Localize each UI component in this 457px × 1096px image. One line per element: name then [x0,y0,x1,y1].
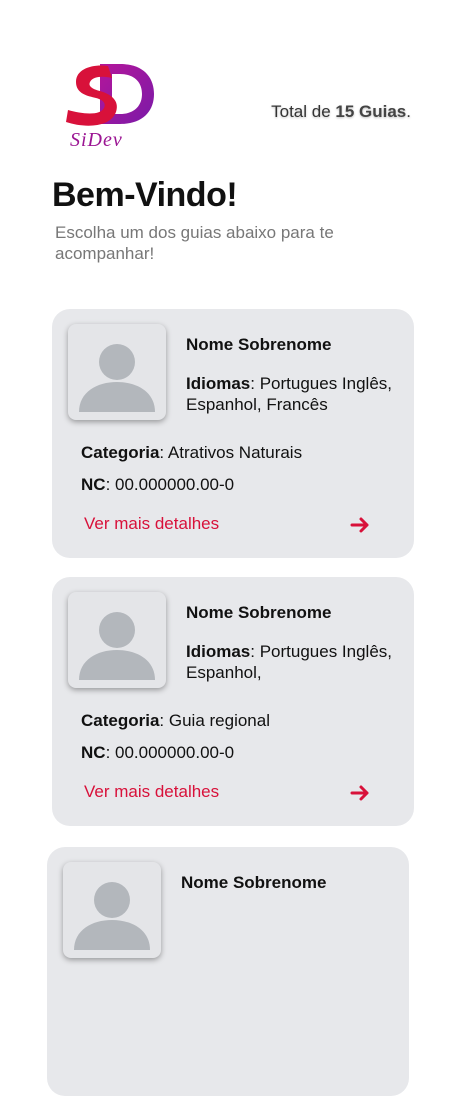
total-suffix: . [406,102,411,121]
guide-nc: NC: 00.000000.00-0 [81,475,234,495]
guide-languages: Idiomas: Portugues Inglês, Espanhol, [186,641,401,683]
languages-label: Idiomas [186,642,251,661]
avatar [63,862,161,958]
nc-label: NC [81,475,106,494]
guide-name: Nome Sobrenome [186,603,332,622]
guide-card[interactable]: Nome Sobrenome Idiomas: Portugues Inglês… [52,309,414,558]
arrow-right-icon[interactable] [350,782,372,804]
guide-name: Nome Sobrenome [186,335,332,354]
category-value: : Guia regional [159,711,270,730]
avatar [68,592,166,688]
guide-name: Nome Sobrenome [181,873,327,892]
arrow-right-icon[interactable] [350,514,372,536]
languages-label: Idiomas [186,374,251,393]
see-more-details-link[interactable]: Ver mais detalhes [84,782,219,802]
guide-card[interactable]: Nome Sobrenome [47,847,409,1096]
sidev-logo: SiDev [62,58,158,154]
guide-languages: Idiomas: Portugues Inglês, Espanhol, Fra… [186,373,401,415]
category-value: : Atrativos Naturais [159,443,303,462]
category-label: Categoria [81,711,160,730]
nc-value: : 00.000000.00-0 [105,743,235,762]
page-subtitle: Escolha um dos guias abaixo para te acom… [55,223,334,263]
user-placeholder-icon [79,344,155,412]
guide-category: Categoria: Atrativos Naturais [81,443,302,463]
guide-nc: NC: 00.000000.00-0 [81,743,234,763]
category-label: Categoria [81,443,160,462]
nc-label: NC [81,743,106,762]
total-number: 15 Guias [335,102,407,121]
see-more-details-link[interactable]: Ver mais detalhes [84,514,219,534]
total-guides-count: Total de 15 Guias. [271,102,411,122]
logo-text: SiDev [70,129,123,151]
nc-value: : 00.000000.00-0 [105,475,235,494]
avatar [68,324,166,420]
guide-card[interactable]: Nome Sobrenome Idiomas: Portugues Inglês… [52,577,414,826]
user-placeholder-icon [74,882,150,950]
svg-text:SiDev: SiDev [70,129,123,151]
user-placeholder-icon [79,612,155,680]
page-title: Bem-Vindo! [52,176,238,214]
guide-category: Categoria: Guia regional [81,711,270,731]
total-prefix: Total de [271,102,331,121]
